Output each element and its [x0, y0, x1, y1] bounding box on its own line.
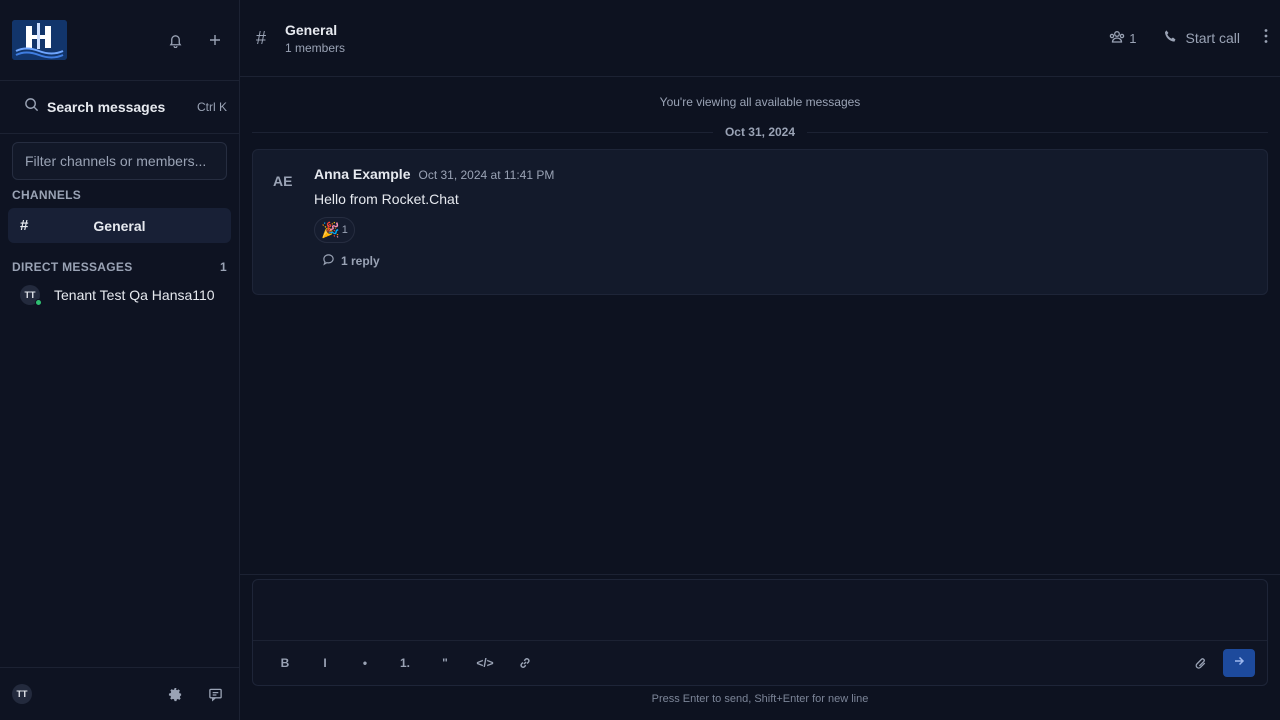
dm-name: Tenant Test Qa Hansa110	[54, 287, 215, 303]
dm-count: 1	[220, 260, 227, 274]
channels-section-header: CHANNELS	[0, 188, 239, 202]
avatar-initials: TT	[24, 290, 36, 300]
phone-icon	[1163, 29, 1178, 47]
room-titles: General 1 members	[285, 22, 1109, 55]
avatar: TT	[20, 285, 42, 306]
date-divider-label: Oct 31, 2024	[712, 125, 808, 139]
bullet-list-button[interactable]: •	[345, 651, 385, 675]
message-author[interactable]: Anna Example	[314, 166, 410, 182]
plus-icon[interactable]	[203, 28, 227, 52]
main-panel: # General 1 members 1 Start call You're …	[240, 0, 1280, 720]
viewing-notice: You're viewing all available messages	[659, 95, 861, 109]
room-header: # General 1 members 1 Start call	[240, 0, 1280, 77]
members-button[interactable]: 1	[1109, 30, 1137, 47]
message-timestamp: Oct 31, 2024 at 11:41 PM	[418, 168, 555, 182]
message-input[interactable]	[253, 580, 1267, 641]
code-button[interactable]: </>	[465, 651, 505, 675]
room-title: General	[285, 21, 338, 38]
room-hash-icon: #	[256, 27, 267, 48]
channels-heading: CHANNELS	[12, 188, 82, 202]
sidebar-header	[0, 0, 239, 81]
members-count: 1	[1129, 30, 1137, 46]
replies-label: 1 reply	[341, 254, 380, 268]
reaction-count: 1	[341, 224, 348, 236]
workspace-logo[interactable]	[12, 20, 67, 60]
dm-section-header: DIRECT MESSAGES 1	[0, 260, 239, 274]
party-popper-icon: 🎉	[321, 222, 340, 239]
channel-hash-icon: #	[20, 217, 29, 234]
start-call-label: Start call	[1185, 30, 1240, 46]
message-content: Anna Example Oct 31, 2024 at 11:41 PM He…	[314, 166, 554, 294]
search-shortcut: Ctrl K	[197, 100, 227, 114]
message-text: Hello from Rocket.Chat	[314, 191, 459, 207]
filter-field-wrapper	[12, 142, 227, 180]
composer-toolbar: B I • 1. " </>	[253, 640, 1267, 685]
more-options-icon[interactable]	[1264, 28, 1268, 49]
members-icon	[1109, 30, 1125, 47]
room-member-count: 1 members	[285, 40, 346, 55]
sidebar-footer: TT	[0, 667, 239, 720]
quote-button[interactable]: "	[425, 651, 465, 675]
dm-heading: DIRECT MESSAGES	[12, 260, 133, 274]
sidebar: Search messages Ctrl K CHANNELS # Genera…	[0, 0, 240, 720]
thread-replies-link[interactable]: 1 reply	[322, 253, 554, 269]
search-messages-label: Search messages	[47, 99, 166, 115]
bell-icon[interactable]	[163, 28, 187, 52]
thread-icon	[322, 253, 335, 269]
composer-divider	[240, 574, 1280, 575]
send-button[interactable]	[1223, 649, 1255, 677]
bold-button[interactable]: B	[265, 651, 305, 675]
gear-icon[interactable]	[163, 682, 187, 706]
start-call-button[interactable]: Start call	[1163, 29, 1240, 47]
channel-item-general[interactable]: # General	[8, 208, 231, 243]
arrow-right-icon	[1233, 654, 1245, 672]
channel-label: General	[93, 217, 146, 234]
composer-hint: Press Enter to send, Shift+Enter for new…	[651, 693, 869, 705]
user-initials: TT	[16, 689, 28, 699]
search-icon	[24, 97, 39, 117]
chat-icon[interactable]	[203, 682, 227, 706]
user-avatar[interactable]: TT	[12, 684, 32, 704]
filter-channels-input[interactable]	[25, 153, 214, 169]
message-composer: B I • 1. " </>	[252, 579, 1268, 686]
link-icon[interactable]	[505, 651, 545, 675]
reaction-chip[interactable]: 🎉 1	[314, 217, 355, 243]
message-avatar[interactable]: AE	[273, 166, 313, 294]
numbered-list-button[interactable]: 1.	[385, 651, 425, 675]
dm-item[interactable]: TT Tenant Test Qa Hansa110	[8, 280, 231, 310]
date-divider: Oct 31, 2024	[252, 121, 1268, 143]
message-meta: Anna Example Oct 31, 2024 at 11:41 PM	[314, 166, 554, 182]
italic-button[interactable]: I	[305, 651, 345, 675]
paperclip-icon[interactable]	[1189, 651, 1213, 675]
search-messages-button[interactable]: Search messages Ctrl K	[0, 81, 239, 134]
online-status-dot	[35, 299, 42, 306]
message[interactable]: AE Anna Example Oct 31, 2024 at 11:41 PM…	[252, 149, 1268, 295]
